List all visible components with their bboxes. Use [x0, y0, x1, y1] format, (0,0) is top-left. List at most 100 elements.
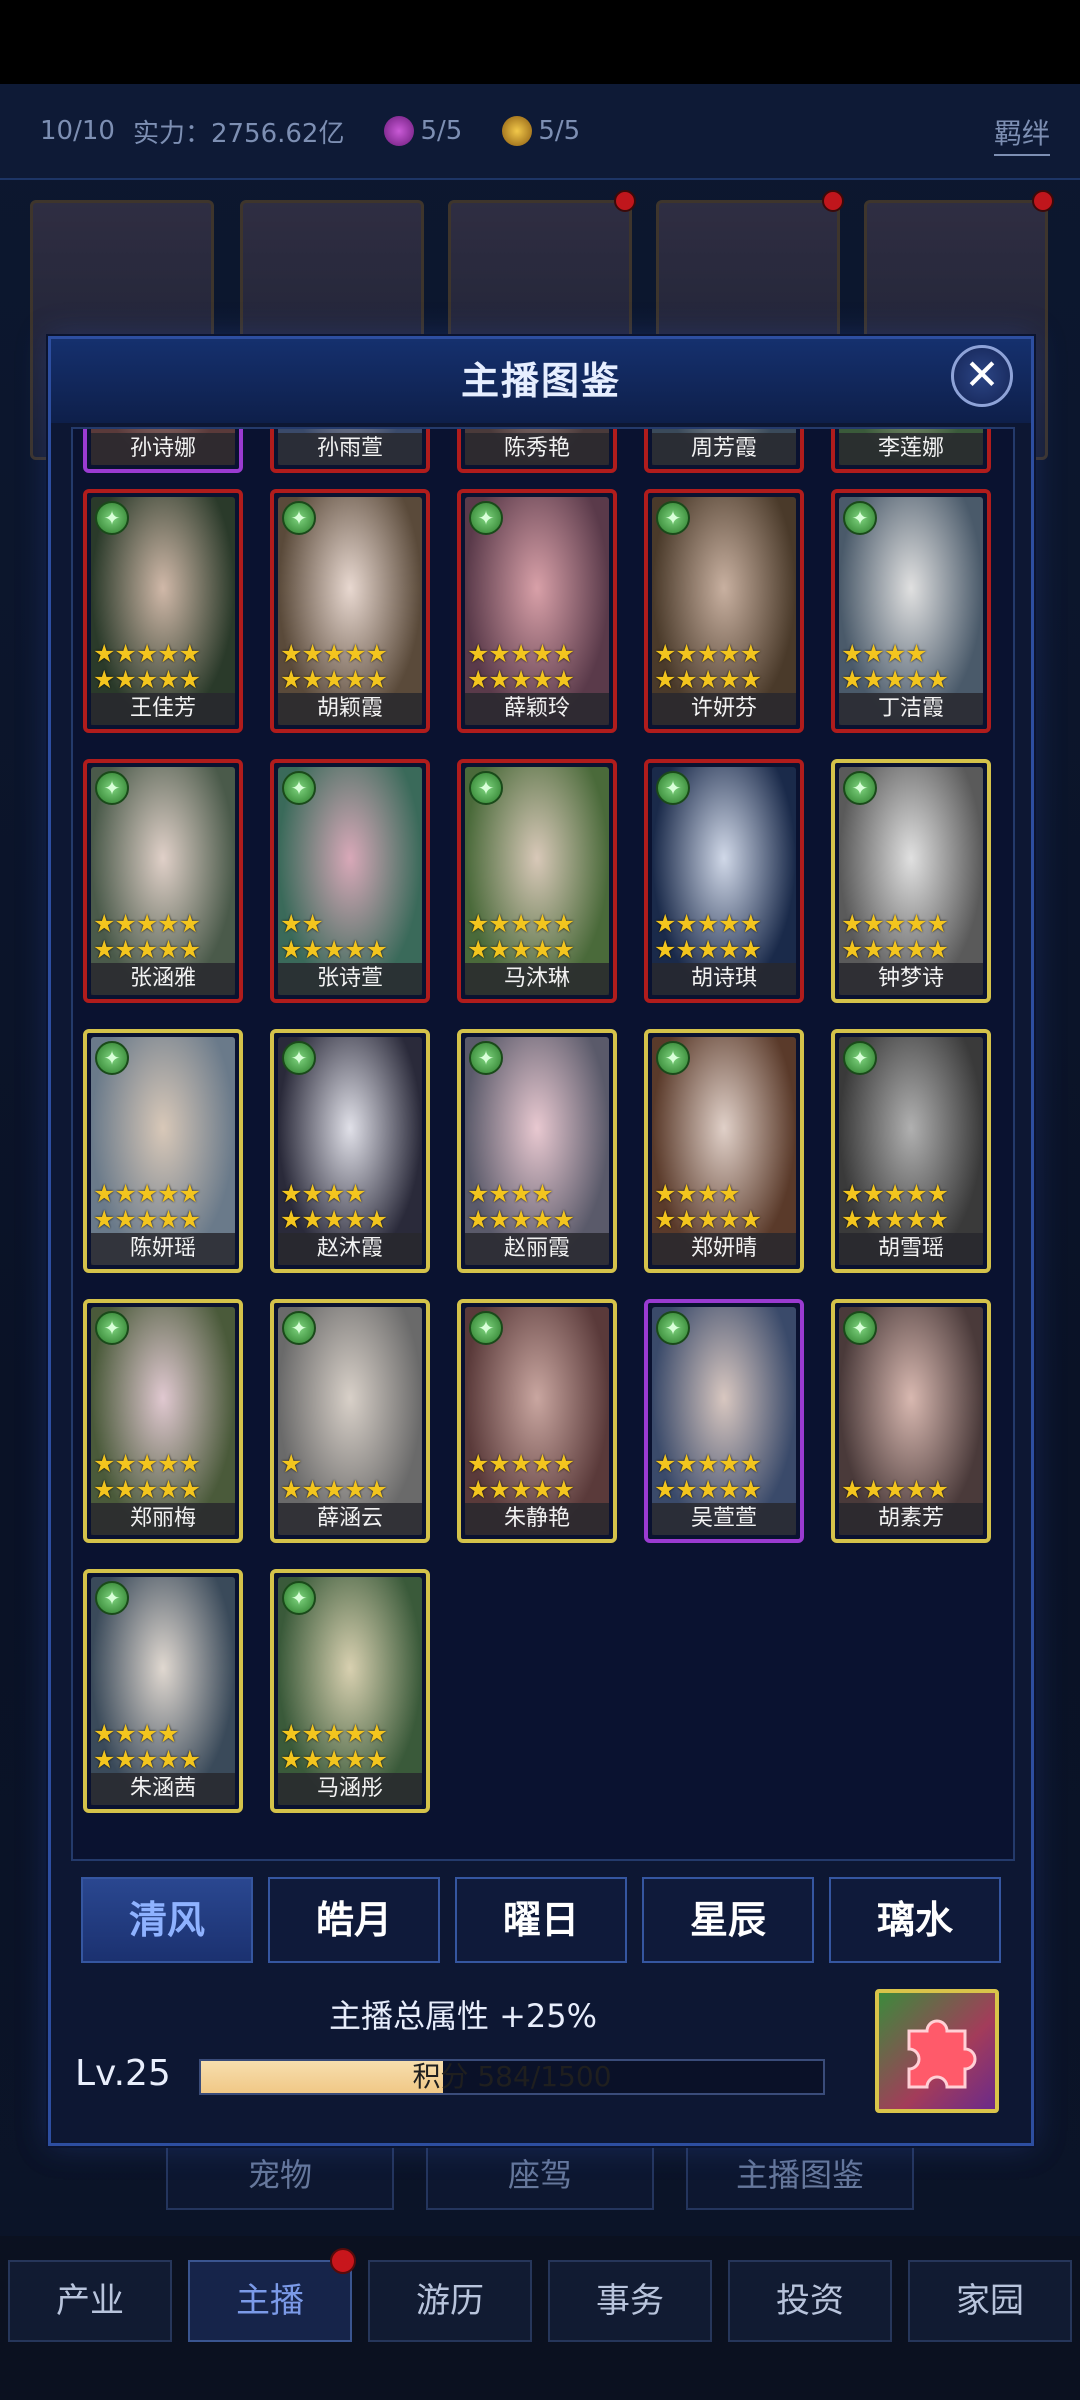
star-row-top: ★★★★ — [93, 1721, 180, 1747]
streamer-album-dialog: 主播图鉴 ✕ ✦★★★★★孙诗娜✦★★★★★孙雨萱✦★★★★★陈秀艳✦★★★★★… — [48, 336, 1034, 2146]
element-badge-icon: ✦ — [656, 1041, 690, 1075]
star-row-bottom: ★★★★★ — [93, 937, 201, 963]
streamer-name: 胡素芳 — [839, 1503, 983, 1535]
streamer-card[interactable]: ✦ ★★★★ ★★★★★ 朱涵茜 — [83, 1569, 243, 1813]
tab-haoyue[interactable]: 皓月 — [268, 1877, 440, 1963]
streamer-card[interactable]: ✦★★★★★孙诗娜 — [83, 429, 243, 473]
streamer-name: 陈妍瑶 — [91, 1233, 235, 1265]
bottom-nav: 产业 主播 游历 事务 投资 家园 — [0, 2236, 1080, 2400]
star-row-top: ★★★★★ — [841, 911, 949, 937]
card-grid[interactable]: ✦★★★★★孙诗娜✦★★★★★孙雨萱✦★★★★★陈秀艳✦★★★★★周芳霞✦★★★… — [71, 427, 1015, 1861]
star-row-bottom: ★★★★★ — [467, 1477, 575, 1503]
streamer-card[interactable]: ✦ ★★★★★ ★★★★★ 钟梦诗 — [831, 759, 991, 1003]
nav-streamer[interactable]: 主播 — [188, 2260, 352, 2342]
tab-yaori[interactable]: 曜日 — [455, 1877, 627, 1963]
star-row-bottom: ★★★★★ — [654, 937, 762, 963]
star-row-bottom: ★★★★★ — [93, 1207, 201, 1233]
element-badge-icon: ✦ — [656, 1311, 690, 1345]
streamer-name: 朱静艳 — [465, 1503, 609, 1535]
streamer-card[interactable]: ✦★★★★★陈秀艳 — [457, 429, 617, 473]
element-badge-icon: ✦ — [469, 501, 503, 535]
streamer-card[interactable]: ✦ ★★★★★ ★★★★★ 郑丽梅 — [83, 1299, 243, 1543]
streamer-card[interactable]: ✦ ★★★★ ★★★★★ 郑妍晴 — [644, 1029, 804, 1273]
streamer-name: 薛涵云 — [278, 1503, 422, 1535]
element-badge-icon: ✦ — [95, 1041, 129, 1075]
element-badge-icon: ✦ — [95, 501, 129, 535]
star-row-top: ★★★★★ — [467, 641, 575, 667]
streamer-card[interactable]: ✦ ★★★★★ ★★★★★ 胡颖霞 — [270, 489, 430, 733]
streamer-card[interactable]: ✦★★★★★李莲娜 — [831, 429, 991, 473]
nav-invest[interactable]: 投资 — [728, 2260, 892, 2342]
pet-button[interactable]: 宠物 — [166, 2140, 394, 2210]
notification-dot — [822, 190, 844, 212]
streamer-card[interactable]: ✦ ★★ ★★★★★ 张诗萱 — [270, 759, 430, 1003]
star-row-top: ★★★★★ — [280, 1721, 388, 1747]
streamer-card[interactable]: ✦ ★★★★★ ★★★★★ 胡雪瑶 — [831, 1029, 991, 1273]
star-row-bottom: ★★★★★ — [467, 1207, 575, 1233]
streamer-name: 孙诗娜 — [91, 433, 235, 465]
star-row-top: ★★★★ — [467, 1181, 554, 1207]
nav-affairs[interactable]: 事务 — [548, 2260, 712, 2342]
tab-xingchen[interactable]: 星辰 — [642, 1877, 814, 1963]
puzzle-icon[interactable] — [875, 1989, 999, 2113]
star-row-bottom: ★★★★★ — [654, 1477, 762, 1503]
gem-gold-count: 5/5 — [502, 116, 580, 147]
streamer-card[interactable]: ✦ ★★★★★ ★★★★★ 吴萱萱 — [644, 1299, 804, 1543]
tab-qingfeng[interactable]: 清风 — [81, 1877, 253, 1963]
streamer-card[interactable]: ✦ ★★★★★ ★★★★★ 许妍芬 — [644, 489, 804, 733]
streamer-card[interactable]: ✦ ★★★★★ ★★★★★ 胡诗琪 — [644, 759, 804, 1003]
streamer-name: 周芳霞 — [652, 433, 796, 465]
streamer-card[interactable]: ✦ ★★★★★ ★★★★★ 马沐琳 — [457, 759, 617, 1003]
streamer-card[interactable]: ✦ ★ ★★★★★ 薛涵云 — [270, 1299, 430, 1543]
streamer-name: 陈秀艳 — [465, 433, 609, 465]
element-badge-icon: ✦ — [282, 501, 316, 535]
tab-lishui[interactable]: 璃水 — [829, 1877, 1001, 1963]
star-row-top: ★★★★ — [841, 641, 928, 667]
element-badge-icon: ✦ — [282, 1041, 316, 1075]
streamer-card[interactable]: ✦ ★★★★★ ★★★★★ 王佳芳 — [83, 489, 243, 733]
mount-button[interactable]: 座驾 — [426, 2140, 654, 2210]
star-row-top: ★★★★★ — [467, 911, 575, 937]
streamer-card[interactable]: ✦ ★★★★ ★★★★★ 赵沐霞 — [270, 1029, 430, 1273]
nav-home[interactable]: 家园 — [908, 2260, 1072, 2342]
star-row-bottom: ★★★★★ — [280, 667, 388, 693]
streamer-card[interactable]: ✦ ★★★★★ 胡素芳 — [831, 1299, 991, 1543]
element-badge-icon: ✦ — [843, 1041, 877, 1075]
streamer-card[interactable]: ✦ ★★★★★ ★★★★★ 马涵彤 — [270, 1569, 430, 1813]
notification-dot — [1032, 190, 1054, 212]
streamer-card[interactable]: ✦ ★★★★★ ★★★★★ 陈妍瑶 — [83, 1029, 243, 1273]
streamer-card[interactable]: ✦★★★★★孙雨萱 — [270, 429, 430, 473]
star-row-bottom: ★★★★★ — [841, 937, 949, 963]
star-row-top: ★★★★★ — [93, 911, 201, 937]
streamer-card[interactable]: ✦ ★★★★★ ★★★★★ 薛颖玲 — [457, 489, 617, 733]
star-row-top: ★★★★ — [280, 1181, 367, 1207]
nav-industry[interactable]: 产业 — [8, 2260, 172, 2342]
streamer-card[interactable]: ✦ ★★★★★ ★★★★★ 朱静艳 — [457, 1299, 617, 1543]
star-row-top: ★★★★ — [654, 1181, 741, 1207]
star-row-bottom: ★★★★★ — [841, 1477, 949, 1503]
streamer-name: 张诗萱 — [278, 963, 422, 995]
element-badge-icon: ✦ — [282, 771, 316, 805]
streamer-card[interactable]: ✦ ★★★★ ★★★★★ 丁洁霞 — [831, 489, 991, 733]
gold-gem-icon — [502, 116, 533, 147]
element-badge-icon: ✦ — [656, 771, 690, 805]
gem-purple-count: 5/5 — [384, 116, 462, 147]
streamer-name: 王佳芳 — [91, 693, 235, 725]
element-badge-icon: ✦ — [469, 1311, 503, 1345]
element-badge-icon: ✦ — [282, 1311, 316, 1345]
star-row-top: ★★★★★ — [467, 1451, 575, 1477]
streamer-card[interactable]: ✦ ★★★★★ ★★★★★ 张涵雅 — [83, 759, 243, 1003]
nav-travel[interactable]: 游历 — [368, 2260, 532, 2342]
bond-button[interactable]: 羁绊 — [993, 112, 1050, 156]
dialog-title: 主播图鉴 — [51, 339, 1031, 423]
streamer-name: 马沐琳 — [465, 963, 609, 995]
star-row-top: ★★★★★ — [93, 1451, 201, 1477]
streamer-name: 丁洁霞 — [839, 693, 983, 725]
streamer-name: 郑丽梅 — [91, 1503, 235, 1535]
star-row-bottom: ★★★★★ — [280, 1747, 388, 1773]
close-button[interactable]: ✕ — [951, 345, 1013, 407]
streamer-album-button[interactable]: 主播图鉴 — [686, 2140, 914, 2210]
streamer-card[interactable]: ✦ ★★★★ ★★★★★ 赵丽霞 — [457, 1029, 617, 1273]
streamer-card[interactable]: ✦★★★★★周芳霞 — [644, 429, 804, 473]
element-badge-icon: ✦ — [656, 501, 690, 535]
